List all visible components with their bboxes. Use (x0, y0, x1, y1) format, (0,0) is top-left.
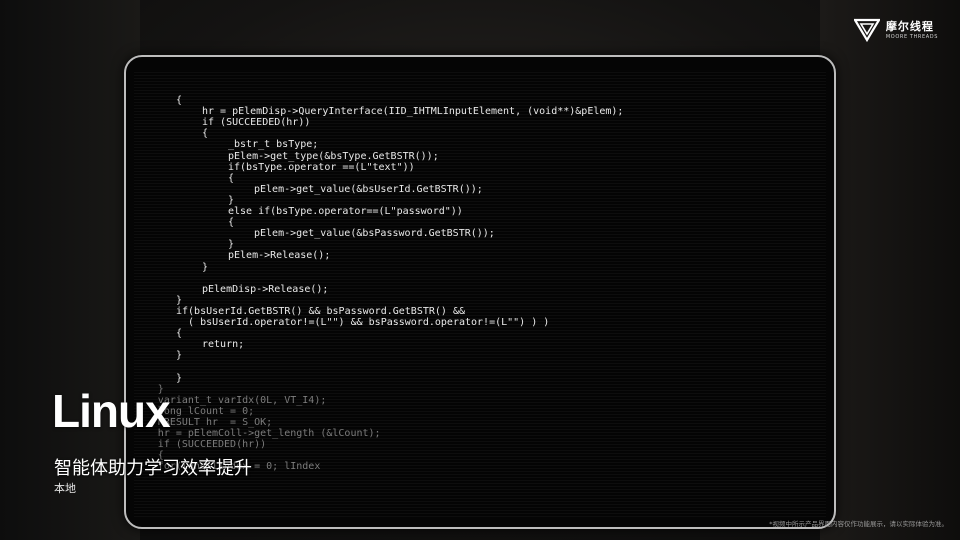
brand-logo: 摩尔线程 MOORE THREADS (853, 18, 938, 42)
code-line: { (176, 328, 183, 340)
code-line: long lCount = 0; (157, 405, 255, 417)
code-line: { (228, 172, 235, 184)
code-line: else if(bsType.operator==(L"password")) (228, 206, 463, 217)
code-line: HRESULT hr = S_OK; (157, 416, 273, 428)
code-line: pElem->get_value(&bsPassword.GetBSTR()); (254, 228, 495, 240)
code-line: if (SUCCEEDED(hr)) (202, 117, 311, 129)
code-line: } (202, 261, 209, 273)
code-line: } (176, 294, 183, 306)
code-line: _bstr_t bsType; (228, 139, 319, 151)
code-line: hr = pElemDisp->QueryInterface(IID_IHTML… (202, 106, 624, 118)
code-editor: { hr = pElemDisp->QueryInterface(IID_IHTM… (134, 71, 826, 517)
code-line: } (228, 239, 235, 251)
brand-name-cn: 摩尔线程 (885, 19, 934, 33)
code-line: } (176, 372, 183, 384)
code-line: if (SUCCEEDED(hr)) (157, 439, 267, 451)
code-line: if(bsType.operator ==(L"text")) (228, 161, 415, 173)
code-line: } (176, 350, 183, 362)
moore-threads-logo-icon (853, 18, 880, 42)
code-line: variant_t varIdx(0L, VT_I4); (157, 394, 327, 406)
code-line: pElem->get_type(&bsType.GetBSTR()); (228, 150, 439, 162)
overlay-tag: 本地 (54, 482, 76, 495)
brand-name-en: MOORE THREADS (885, 33, 938, 40)
code-line: pElem->Release(); (228, 250, 331, 262)
code-line: return; (202, 339, 245, 351)
overlay-title: Linux (52, 385, 171, 437)
code-line: { (228, 217, 235, 229)
code-line: ( bsUserId.operator!=(L"") && bsPassword… (176, 317, 550, 328)
brand-text: 摩尔线程 MOORE THREADS (886, 21, 938, 40)
code-line: pElem->get_value(&bsUserId.GetBSTR()); (254, 183, 483, 195)
code-line: pElemDisp->Release(); (202, 283, 329, 295)
code-line: { (176, 95, 183, 106)
disclaimer-text: *视频中所示产品界面内容仅作功能展示，请以实际体验为准。 (769, 520, 948, 528)
code-line: { (202, 128, 209, 140)
code-line: if(bsUserId.GetBSTR() && bsPassword.GetB… (176, 305, 465, 317)
code-line: } (228, 194, 235, 206)
background-right-shadow (820, 0, 960, 540)
monitor-screen: { hr = pElemDisp->QueryInterface(IID_IHTM… (134, 71, 826, 517)
code-line: hr = pElemColl->get_length (&lCount); (157, 428, 381, 439)
overlay-subtitle: 智能体助力学习效率提升 (54, 458, 252, 479)
